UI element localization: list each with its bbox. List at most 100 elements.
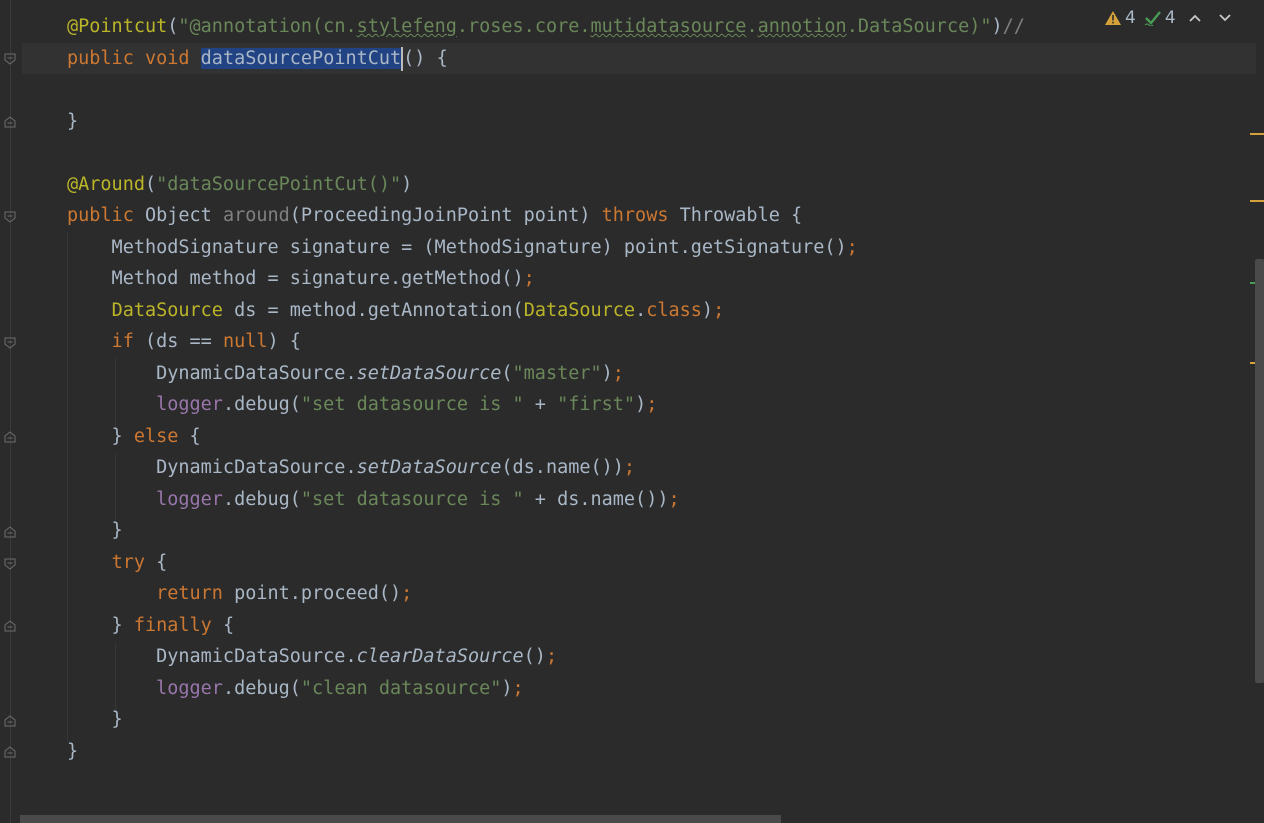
previous-highlight-button[interactable] <box>1184 7 1206 29</box>
code-token: logger <box>156 677 223 699</box>
fold-marker-icon[interactable] <box>4 558 16 570</box>
code-token: "clean datasource" <box>300 677 502 699</box>
code-line[interactable]: Method method = signature.getMethod(); <box>67 263 1025 295</box>
code-token: } <box>67 614 134 636</box>
code-token: { <box>222 614 235 636</box>
code-line[interactable]: DynamicDataSource.setDataSource("master"… <box>67 358 1025 390</box>
code-line[interactable]: DataSource ds = method.getAnnotation(Dat… <box>67 295 1025 327</box>
code-token: .debug( <box>222 394 301 415</box>
code-token: ; <box>713 299 725 321</box>
code-token: // <box>1002 16 1025 37</box>
code-line[interactable]: DynamicDataSource.clearDataSource(); <box>67 641 1025 673</box>
code-token: } <box>67 709 123 730</box>
code-line[interactable]: DynamicDataSource.setDataSource(ds.name(… <box>67 452 1025 484</box>
fold-marker-icon[interactable] <box>4 53 16 65</box>
code-line[interactable] <box>67 74 1025 106</box>
code-token: DynamicDataSource. <box>67 646 357 667</box>
vertical-scrollbar[interactable] <box>1255 259 1264 683</box>
code-token: if <box>111 331 145 352</box>
inspection-widget[interactable]: 4 4 <box>1094 0 1264 36</box>
warnings-indicator[interactable]: 4 <box>1104 8 1136 28</box>
chevron-down-icon <box>1219 14 1231 22</box>
code-token: ) <box>601 362 613 384</box>
code-line[interactable]: @Around("dataSourcePointCut()") <box>67 169 1025 201</box>
warning-icon <box>1105 11 1121 25</box>
code-line[interactable]: logger.debug("set datasource is " + ds.n… <box>67 484 1025 516</box>
code-line[interactable]: } <box>67 515 1025 547</box>
warning-stripe-marker[interactable] <box>1250 200 1264 202</box>
code-token: @Around <box>67 173 145 195</box>
checks-indicator[interactable]: 4 <box>1144 8 1176 28</box>
fold-end-icon[interactable] <box>4 715 16 727</box>
code-line[interactable]: MethodSignature signature = (MethodSigna… <box>67 232 1025 264</box>
code-line[interactable]: if (ds == null) { <box>67 326 1025 358</box>
code-token: ( <box>144 173 157 195</box>
code-token: ) <box>991 16 1003 37</box>
code-token: setDataSource <box>356 362 502 384</box>
fold-marker-icon[interactable] <box>4 211 16 223</box>
code-token: . <box>746 16 758 37</box>
code-line[interactable]: try { <box>67 547 1025 579</box>
code-token: ) <box>501 677 513 699</box>
code-token: + <box>523 394 558 415</box>
code-token: clearDataSource <box>356 646 524 667</box>
horizontal-scrollbar[interactable] <box>20 815 781 823</box>
code-line[interactable]: @Pointcut("@annotation(cn.stylefeng.rose… <box>67 11 1025 43</box>
code-token: Method method = signature.getMethod() <box>67 268 524 289</box>
code-token: DynamicDataSource. <box>67 362 357 384</box>
code-token: MethodSignature signature = (MethodSigna… <box>67 236 847 258</box>
code-token: setDataSource <box>356 457 502 478</box>
code-token: ; <box>668 488 680 510</box>
code-token: ; <box>523 268 535 289</box>
code-token: ) <box>401 173 413 195</box>
code-token: .debug( <box>222 488 301 510</box>
code-token: ; <box>623 457 636 478</box>
code-editor[interactable]: @Pointcut("@annotation(cn.stylefeng.rose… <box>0 0 1264 823</box>
code-line[interactable]: logger.debug("set datasource is " + "fir… <box>67 389 1025 421</box>
fold-end-icon[interactable] <box>4 746 16 758</box>
code-token: return <box>156 583 235 604</box>
code-line[interactable]: } <box>67 736 1025 768</box>
code-token: null <box>222 331 268 352</box>
code-line[interactable]: } <box>67 704 1025 736</box>
code-token: try <box>111 551 157 573</box>
code-token: } <box>67 110 79 132</box>
code-token: .roses.core. <box>456 16 591 37</box>
code-line[interactable] <box>67 137 1025 169</box>
code-token: ; <box>646 394 658 415</box>
code-token: else <box>133 425 190 447</box>
code-area[interactable]: @Pointcut("@annotation(cn.stylefeng.rose… <box>67 11 1025 767</box>
code-token: } <box>67 740 79 762</box>
next-highlight-button[interactable] <box>1214 7 1236 29</box>
code-token: { <box>156 551 168 573</box>
fold-end-icon[interactable] <box>4 116 16 128</box>
fold-end-icon[interactable] <box>4 526 16 538</box>
warnings-count: 4 <box>1125 8 1136 28</box>
code-line[interactable]: public void dataSourcePointCut() { <box>67 43 1025 75</box>
code-line[interactable]: } <box>67 106 1025 138</box>
code-token: + ds.name()) <box>523 488 669 510</box>
warning-stripe-marker[interactable] <box>1250 133 1264 135</box>
fold-marker-icon[interactable] <box>4 337 16 349</box>
code-token: "first" <box>557 394 636 415</box>
code-line[interactable]: return point.proceed(); <box>67 578 1025 610</box>
code-token: throws <box>601 205 680 226</box>
code-token: ; <box>545 646 558 667</box>
code-token: DynamicDataSource. <box>67 457 357 478</box>
code-token: "set datasource is " <box>300 394 524 415</box>
code-token: "dataSourcePointCut()" <box>156 173 402 195</box>
fold-end-icon[interactable] <box>4 431 16 443</box>
code-line[interactable]: } finally { <box>67 610 1025 642</box>
code-token: finally <box>133 614 223 636</box>
code-token: ( <box>167 16 179 37</box>
code-token: (ds == <box>144 331 223 352</box>
fold-end-icon[interactable] <box>4 620 16 632</box>
code-line[interactable]: public Object around(ProceedingJoinPoint… <box>67 200 1025 232</box>
code-line[interactable]: logger.debug("clean datasource"); <box>67 673 1025 705</box>
code-token: ) { <box>267 331 301 352</box>
code-line[interactable]: } else { <box>67 421 1025 453</box>
